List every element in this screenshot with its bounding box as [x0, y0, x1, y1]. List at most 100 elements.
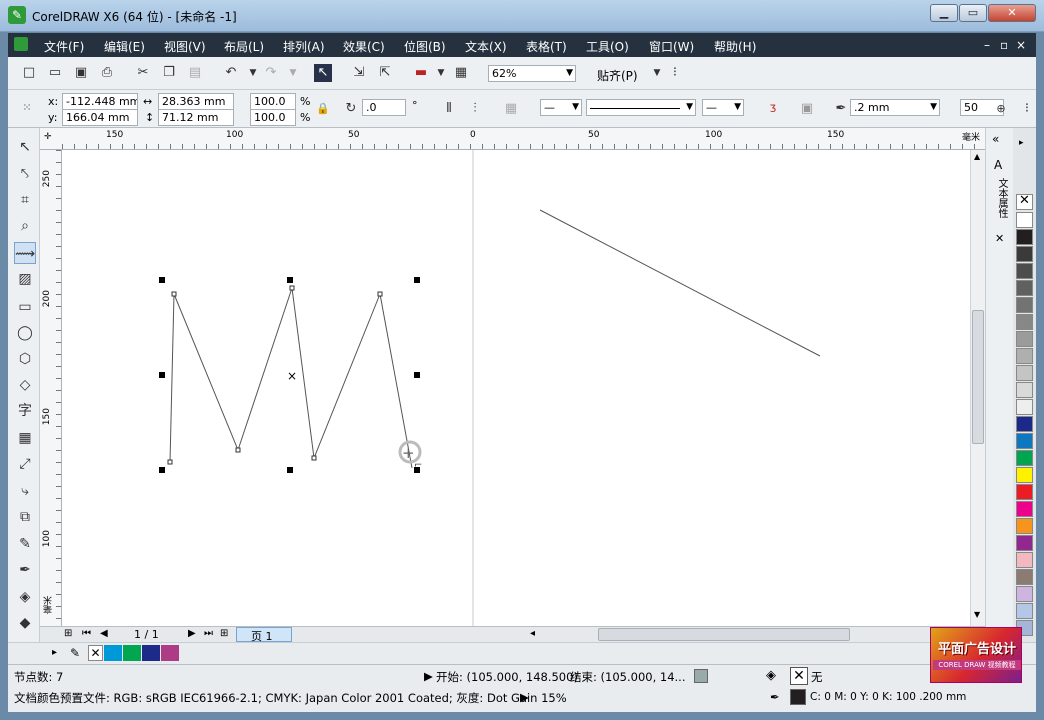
close-button[interactable]: ✕ — [988, 4, 1036, 22]
scroll-left-icon[interactable]: ◂ — [530, 628, 535, 639]
snap-dropdown-icon[interactable]: ▼ — [648, 64, 666, 82]
vertical-scroll-thumb[interactable] — [972, 310, 984, 444]
outline-pen-tool-icon[interactable]: ✒ — [14, 559, 36, 581]
selection-handle[interactable] — [287, 277, 293, 283]
palette-swatch[interactable] — [1016, 399, 1033, 415]
selection-handle[interactable] — [414, 372, 420, 378]
cut-icon[interactable]: ✂ — [134, 64, 152, 82]
palette-swatch[interactable] — [1016, 348, 1033, 364]
start-arrowhead-select[interactable]: — ▼ — [540, 99, 582, 116]
palette-swatch[interactable] — [1016, 501, 1033, 517]
curve-node[interactable] — [311, 455, 317, 461]
menu-table[interactable]: 表格(T) — [526, 38, 567, 55]
copy-icon[interactable]: ❐ — [160, 64, 178, 82]
straight-line[interactable] — [539, 209, 821, 357]
horizontal-scroll-thumb[interactable] — [598, 628, 850, 641]
table-tool-icon[interactable]: ▦ — [14, 427, 36, 449]
menu-bitmap[interactable]: 位图(B) — [404, 38, 446, 55]
x-position-input[interactable]: -112.448 mm — [62, 93, 138, 110]
doc-palette-swatch[interactable] — [104, 645, 122, 661]
outline-pen-icon[interactable]: ✒ — [770, 690, 780, 704]
maximize-button[interactable]: ▭ — [959, 4, 987, 22]
palette-swatch[interactable] — [1016, 586, 1033, 602]
palette-swatch[interactable] — [1016, 535, 1033, 551]
scale-y-input[interactable]: 100.0 — [250, 109, 296, 126]
palette-swatch[interactable] — [1016, 297, 1033, 313]
palette-swatch[interactable] — [1016, 331, 1033, 347]
print-icon[interactable]: ⎙ — [98, 64, 116, 82]
line-style-select[interactable]: ▼ — [586, 99, 696, 116]
dimension-tool-icon[interactable]: ⤢ — [14, 453, 36, 475]
nudge-spinner-icon[interactable]: ⊕ — [992, 100, 1010, 118]
doc-palette-swatch[interactable] — [142, 645, 160, 661]
polygon-tool-icon[interactable]: ⬡ — [14, 348, 36, 370]
docker-tab-text-properties[interactable]: 文本属性 — [994, 178, 1009, 218]
next-page-icon[interactable]: ▶ — [188, 628, 196, 639]
interactive-fill-tool-icon[interactable]: ◆ — [14, 612, 36, 634]
curve-node[interactable] — [167, 459, 173, 465]
color-profile-info[interactable]: 文档颜色预置文件: RGB: sRGB IEC61966-2.1; CMYK: … — [14, 690, 567, 706]
doc-palette-swatch[interactable] — [123, 645, 141, 661]
paste-icon[interactable]: ▤ — [186, 64, 204, 82]
palette-swatch[interactable] — [1016, 484, 1033, 500]
snap-to-button[interactable]: 贴齐(P) — [597, 67, 638, 84]
curve-node[interactable] — [171, 291, 177, 297]
smart-fill-tool-icon[interactable]: ▨ — [14, 268, 36, 290]
add-page-after-icon[interactable]: ⊞ — [220, 628, 228, 639]
vertical-ruler[interactable]: 250 200 150 100 毫米 — [40, 150, 62, 626]
eyedropper-tool-icon[interactable]: ✎ — [14, 533, 36, 555]
height-input[interactable]: 71.12 mm — [158, 109, 234, 126]
scale-x-input[interactable]: 100.0 — [250, 93, 296, 110]
drawing-surface[interactable]: × + ⌐ — [62, 150, 970, 626]
eyedropper-icon[interactable]: ✎ — [70, 646, 80, 660]
object-origin-icon[interactable]: ⁙ — [18, 99, 36, 117]
palette-swatch[interactable] — [1016, 246, 1033, 262]
palette-swatch[interactable] — [1016, 280, 1033, 296]
previous-page-icon[interactable]: ◀ — [100, 628, 108, 639]
application-launcher-icon[interactable]: ▬ — [412, 64, 430, 82]
menu-view[interactable]: 视图(V) — [164, 38, 206, 55]
collapse-docker-icon[interactable]: « — [992, 132, 999, 146]
connector-tool-icon[interactable]: ⤷ — [14, 480, 36, 502]
palette-swatch[interactable] — [1016, 229, 1033, 245]
wrap-paragraph-icon[interactable]: ▣ — [798, 100, 816, 118]
more-options-icon[interactable]: ⁝ — [1018, 100, 1036, 118]
last-page-icon[interactable]: ⏭ — [204, 628, 213, 639]
fill-bucket-icon[interactable]: ◈ — [766, 668, 776, 683]
lock-ratio-icon[interactable]: 🔒 — [314, 100, 332, 118]
page-tab-1[interactable]: 页 1 — [236, 627, 292, 643]
palette-swatch[interactable] — [1016, 314, 1033, 330]
palette-swatch[interactable] — [1016, 518, 1033, 534]
mirror-horizontal-icon[interactable]: ⫴ — [440, 100, 458, 118]
no-color-swatch[interactable]: ✕ — [1016, 194, 1033, 210]
ellipse-tool-icon[interactable]: ◯ — [14, 322, 36, 344]
drawing-canvas[interactable]: × + ⌐ — [62, 150, 970, 626]
import-icon[interactable]: ⇲ — [350, 64, 368, 82]
palette-swatch[interactable] — [1016, 433, 1033, 449]
undo-dropdown-icon[interactable]: ▼ — [244, 64, 262, 82]
undo-icon[interactable]: ↶ — [222, 64, 240, 82]
menu-window[interactable]: 窗口(W) — [649, 38, 694, 55]
shape-tool-icon[interactable]: ⤣ — [14, 163, 36, 185]
palette-swatch[interactable] — [1016, 365, 1033, 381]
launcher-dropdown-icon[interactable]: ▼ — [432, 64, 450, 82]
search-content-icon[interactable]: ↖ — [314, 64, 332, 82]
add-page-icon[interactable]: ⊞ — [64, 628, 72, 639]
vertical-scrollbar[interactable]: ▲ ▼ — [970, 150, 985, 626]
text-properties-icon[interactable]: A — [994, 158, 1002, 172]
selection-handle[interactable] — [287, 467, 293, 473]
scroll-down-icon[interactable]: ▼ — [974, 610, 980, 619]
redo-dropdown-icon[interactable]: ▼ — [284, 64, 302, 82]
save-icon[interactable]: ▣ — [72, 64, 90, 82]
curve-node[interactable] — [289, 285, 295, 291]
profile-play-icon[interactable]: ▶ — [520, 690, 529, 704]
selection-handle[interactable] — [159, 277, 165, 283]
fill-none-icon[interactable]: ✕ — [790, 667, 808, 685]
export-icon[interactable]: ⇱ — [376, 64, 394, 82]
doc-restore-icon[interactable]: ▫ — [1000, 38, 1008, 52]
doc-close-icon[interactable]: × — [1016, 38, 1026, 52]
menu-text[interactable]: 文本(X) — [465, 38, 507, 55]
palette-swatch[interactable] — [1016, 212, 1033, 228]
palette-swatch[interactable] — [1016, 382, 1033, 398]
mirror-vertical-icon[interactable]: ⫶ — [466, 100, 484, 118]
